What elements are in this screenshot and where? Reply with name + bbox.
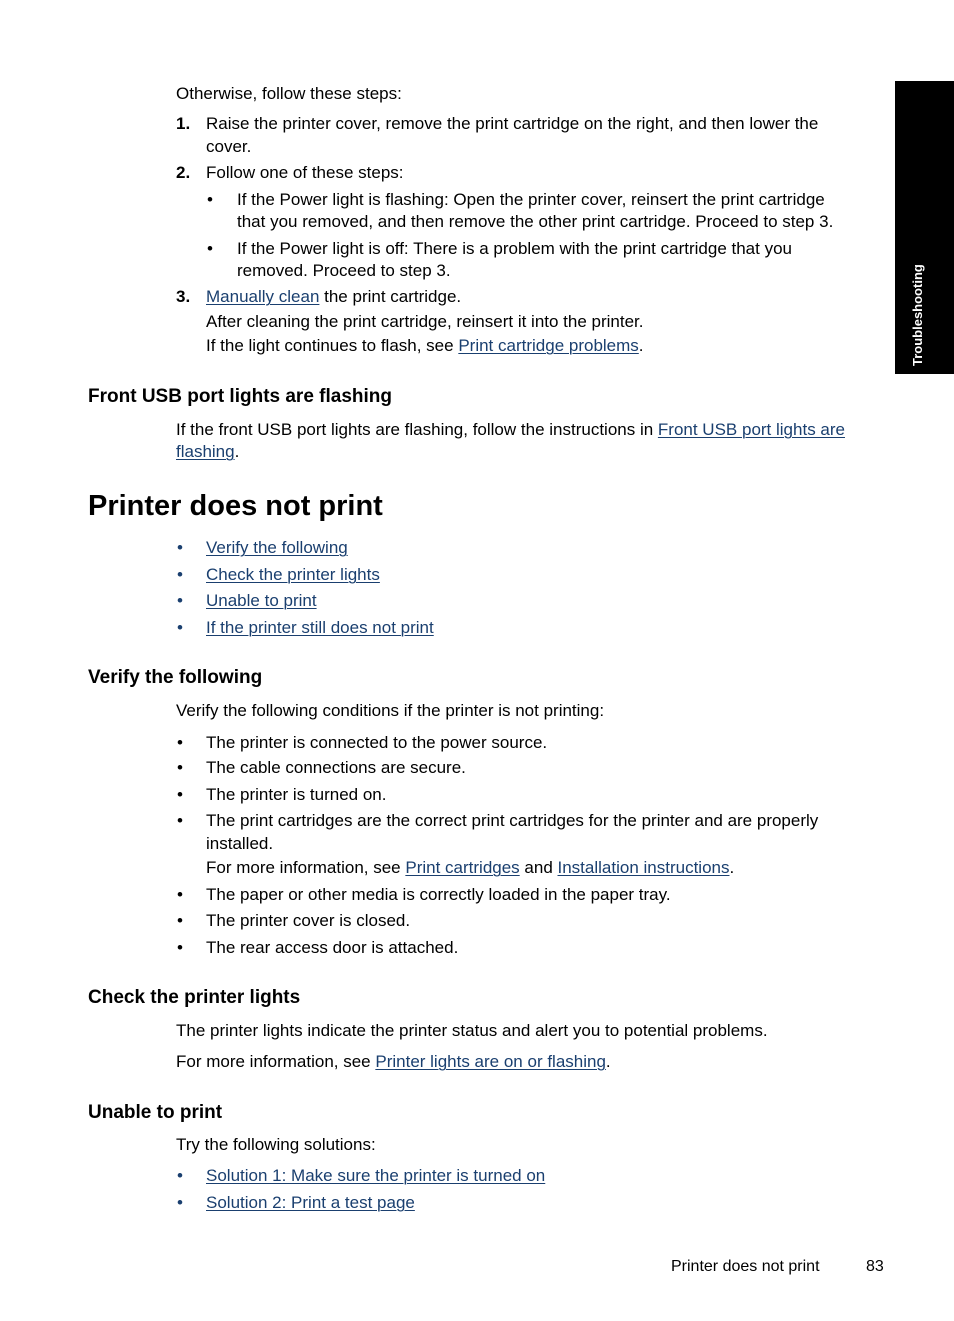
manually-clean-link[interactable]: Manually clean xyxy=(206,287,319,306)
usb-text-line-1: If the front USB port lights are flashin… xyxy=(176,418,845,441)
solution-link[interactable]: Solution 1: Make sure the printer is tur… xyxy=(206,1164,545,1187)
bullet-icon: • xyxy=(177,733,183,752)
step-2-text: Follow one of these steps: xyxy=(206,163,404,182)
verify-item: The printer cover is closed. xyxy=(206,911,411,930)
front-usb-link[interactable]: Front USB port lights are xyxy=(658,420,845,439)
step-number: 2. xyxy=(176,163,191,182)
bullet-icon: • xyxy=(177,1166,183,1185)
step-3-text: the print cartridge. xyxy=(319,287,462,306)
print-cartridges-link[interactable]: Print cartridges xyxy=(405,858,519,877)
step-3-line-1: Manually clean the print cartridge. xyxy=(206,285,461,308)
step-2-bullet-2-line-2: removed. Proceed to step 3. xyxy=(237,261,451,280)
verify-heading: Verify the following xyxy=(88,667,263,688)
bullet-icon: • xyxy=(207,190,213,209)
intro-text: Otherwise, follow these steps: xyxy=(176,84,402,103)
verify-item-cont: installed. xyxy=(206,834,274,853)
period: . xyxy=(605,1052,611,1071)
bullet-icon: • xyxy=(177,938,183,957)
installation-instructions-link[interactable]: Installation instructions xyxy=(558,858,730,877)
verify-item: The cable connections are secure. xyxy=(206,758,466,777)
lights-text: The printer lights indicate the printer … xyxy=(176,1021,768,1040)
bullet-icon: • xyxy=(177,618,183,637)
period: . xyxy=(234,442,240,461)
printer-lights-link[interactable]: Printer lights are on or flashing xyxy=(375,1052,606,1071)
bullet-icon: • xyxy=(177,758,183,777)
lights-heading: Check the printer lights xyxy=(88,987,301,1008)
verify-item: The rear access door is attached. xyxy=(206,938,459,957)
verify-item: The printer is connected to the power so… xyxy=(206,733,548,752)
page-title: Printer does not print xyxy=(88,490,383,522)
usb-heading: Front USB port lights are flashing xyxy=(88,386,393,407)
footer-title: Printer does not print xyxy=(671,1258,820,1275)
lights-more-info: For more information, see Printer lights… xyxy=(176,1050,611,1073)
bullet-icon: • xyxy=(207,239,213,258)
verify-item: The paper or other media is correctly lo… xyxy=(206,885,671,904)
step-2-bullet-1-line-2: that you removed, and then remove the ot… xyxy=(237,212,834,231)
step-2-bullet-1-line-1: If the Power light is flashing: Open the… xyxy=(237,190,825,209)
toc-link[interactable]: Unable to print xyxy=(206,589,317,612)
bullet-icon: • xyxy=(177,565,183,584)
bullet-icon: • xyxy=(177,911,183,930)
and-text: and xyxy=(519,858,558,877)
bullet-icon: • xyxy=(177,785,183,804)
verify-item: The print cartridges are the correct pri… xyxy=(206,811,819,830)
verify-item: The printer is turned on. xyxy=(206,785,387,804)
solution-link[interactable]: Solution 2: Print a test page xyxy=(206,1191,415,1214)
page-number: 83 xyxy=(866,1258,884,1275)
step-3-text: If the light continues to flash, see xyxy=(206,336,459,355)
usb-text-line-2: flashing. xyxy=(176,440,239,463)
bullet-icon: • xyxy=(177,811,183,830)
period: . xyxy=(729,858,735,877)
bullet-icon: • xyxy=(177,538,183,557)
bullet-icon: • xyxy=(177,591,183,610)
step-3-line-3: If the light continues to flash, see Pri… xyxy=(206,334,644,357)
period: . xyxy=(638,336,644,355)
step-3-line-2: After cleaning the print cartridge, rein… xyxy=(206,312,644,331)
bullet-icon: • xyxy=(177,1193,183,1212)
verify-more-info: For more information, see Print cartridg… xyxy=(206,856,734,879)
toc-link[interactable]: Check the printer lights xyxy=(206,563,380,586)
more-info-text: For more information, see xyxy=(206,858,406,877)
verify-intro: Verify the following conditions if the p… xyxy=(176,701,605,720)
toc-link[interactable]: If the printer still does not print xyxy=(206,616,434,639)
print-cartridge-problems-link[interactable]: Print cartridge problems xyxy=(458,336,638,355)
step-2-bullet-2-line-1: If the Power light is off: There is a pr… xyxy=(237,239,792,258)
unable-heading: Unable to print xyxy=(88,1102,223,1123)
step-number: 3. xyxy=(176,287,191,306)
unable-intro: Try the following solutions: xyxy=(176,1135,376,1154)
step-1-line-1: Raise the printer cover, remove the prin… xyxy=(206,114,819,133)
section-side-tab: Troubleshooting xyxy=(895,81,954,374)
more-info-text: For more information, see xyxy=(176,1052,376,1071)
usb-text: If the front USB port lights are flashin… xyxy=(176,420,658,439)
side-tab-label: Troubleshooting xyxy=(910,264,925,366)
front-usb-link-cont[interactable]: flashing xyxy=(176,442,235,461)
toc-link[interactable]: Verify the following xyxy=(206,536,348,559)
step-number: 1. xyxy=(176,114,191,133)
bullet-icon: • xyxy=(177,885,183,904)
step-1-line-2: cover. xyxy=(206,137,252,156)
